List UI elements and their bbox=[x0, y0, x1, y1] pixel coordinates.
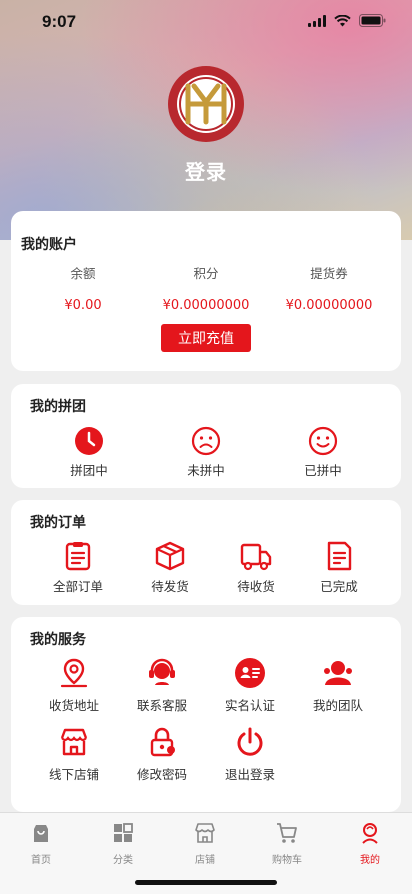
service-label: 退出登录 bbox=[224, 767, 275, 782]
tab-mine[interactable]: 我的 bbox=[335, 821, 405, 866]
service-label: 修改密码 bbox=[136, 767, 187, 782]
group-buy-item-success[interactable]: 已拼中 bbox=[278, 426, 368, 479]
tab-cart[interactable]: 购物车 bbox=[252, 821, 322, 866]
lock-icon bbox=[150, 727, 175, 757]
orders-title: 我的订单 bbox=[30, 515, 86, 531]
tab-label: 店铺 bbox=[195, 855, 215, 866]
service-item-address[interactable]: 收货地址 bbox=[29, 657, 119, 714]
group-buy-label: 拼团中 bbox=[70, 463, 108, 478]
map-pin-icon bbox=[60, 658, 88, 688]
balance-value: ¥0.00 bbox=[64, 298, 102, 313]
group-buy-label: 未拼中 bbox=[187, 463, 225, 478]
points-label: 积分 bbox=[193, 266, 219, 281]
tab-shop[interactable]: 店铺 bbox=[170, 821, 240, 866]
order-item-to-receive[interactable]: 待收货 bbox=[211, 540, 301, 595]
store-icon bbox=[60, 728, 88, 756]
truck-icon bbox=[240, 543, 272, 571]
group-buy-card: 我的拼团 拼团中 未拼中 已拼中 bbox=[11, 384, 401, 488]
points-value: ¥0.00000000 bbox=[162, 298, 250, 313]
group-buy-label: 已拼中 bbox=[304, 463, 342, 478]
services-title: 我的服务 bbox=[30, 632, 86, 648]
grid-icon bbox=[114, 823, 133, 842]
id-card-icon bbox=[235, 658, 265, 688]
completed-doc-icon bbox=[327, 541, 352, 571]
order-label: 已完成 bbox=[320, 579, 358, 594]
service-item-offline-store[interactable]: 线下店铺 bbox=[29, 726, 119, 783]
service-label: 我的团队 bbox=[312, 698, 363, 713]
battery-icon bbox=[359, 14, 386, 27]
services-card: 我的服务 收货地址 联系客服 实名认证 我的团队 线下店铺 修改密码 退出登录 bbox=[11, 617, 401, 812]
app-logo bbox=[168, 66, 244, 142]
tab-home[interactable]: 首页 bbox=[6, 821, 76, 866]
voucher-value: ¥0.00000000 bbox=[285, 298, 373, 313]
power-icon bbox=[237, 727, 263, 756]
package-icon bbox=[155, 541, 185, 571]
service-item-logout[interactable]: 退出登录 bbox=[205, 726, 295, 783]
tab-label: 我的 bbox=[360, 855, 380, 866]
group-buy-item-failed[interactable]: 未拼中 bbox=[161, 426, 251, 479]
profile-icon bbox=[362, 823, 378, 844]
order-list-icon bbox=[65, 542, 91, 571]
balance-column[interactable]: 余额 ¥0.00 bbox=[18, 263, 148, 313]
order-item-all[interactable]: 全部订单 bbox=[33, 540, 123, 595]
tab-category[interactable]: 分类 bbox=[88, 821, 158, 866]
status-icons bbox=[308, 14, 386, 27]
smile-face-icon bbox=[308, 426, 338, 456]
clock-icon bbox=[75, 427, 103, 455]
order-item-completed[interactable]: 已完成 bbox=[294, 540, 384, 595]
home-indicator bbox=[135, 880, 277, 885]
sad-face-icon bbox=[191, 426, 221, 456]
service-item-team[interactable]: 我的团队 bbox=[293, 657, 383, 714]
service-label: 实名认证 bbox=[224, 698, 275, 713]
service-label: 线下店铺 bbox=[48, 767, 99, 782]
headset-icon bbox=[149, 658, 175, 685]
signal-icon bbox=[308, 14, 326, 27]
order-item-to-ship[interactable]: 待发货 bbox=[125, 540, 215, 595]
tab-label: 首页 bbox=[31, 855, 51, 866]
service-item-customer-service[interactable]: 联系客服 bbox=[117, 657, 207, 714]
service-item-change-password[interactable]: 修改密码 bbox=[117, 726, 207, 783]
order-label: 待收货 bbox=[237, 579, 275, 594]
account-title: 我的账户 bbox=[21, 237, 77, 253]
service-item-verification[interactable]: 实名认证 bbox=[205, 657, 295, 714]
wifi-icon bbox=[334, 14, 351, 26]
login-link[interactable]: 登录 bbox=[0, 156, 412, 185]
tab-label: 购物车 bbox=[272, 855, 302, 866]
shopping-bag-icon bbox=[34, 825, 48, 842]
voucher-label: 提货券 bbox=[310, 266, 348, 281]
service-label: 联系客服 bbox=[136, 698, 187, 713]
points-column[interactable]: 积分 ¥0.00000000 bbox=[141, 263, 271, 313]
cart-icon bbox=[277, 823, 297, 843]
team-icon bbox=[324, 661, 352, 685]
logo-emblem-icon bbox=[177, 75, 235, 133]
group-buy-item-in-progress[interactable]: 拼团中 bbox=[44, 426, 134, 479]
order-label: 待发货 bbox=[151, 579, 189, 594]
order-label: 全部订单 bbox=[52, 579, 103, 594]
account-card: 我的账户 余额 ¥0.00 积分 ¥0.00000000 提货券 ¥0.0000… bbox=[11, 211, 401, 371]
status-time: 9:07 bbox=[42, 12, 77, 31]
service-label: 收货地址 bbox=[48, 698, 99, 713]
voucher-column[interactable]: 提货券 ¥0.00000000 bbox=[264, 263, 394, 313]
recharge-button[interactable]: 立即充值 bbox=[161, 324, 251, 352]
tab-label: 分类 bbox=[113, 855, 133, 866]
balance-label: 余额 bbox=[70, 266, 96, 281]
shop-icon bbox=[195, 823, 215, 843]
status-bar: 9:07 bbox=[0, 0, 412, 44]
orders-card: 我的订单 全部订单 待发货 待收货 已完成 bbox=[11, 500, 401, 605]
group-buy-title: 我的拼团 bbox=[30, 399, 86, 415]
